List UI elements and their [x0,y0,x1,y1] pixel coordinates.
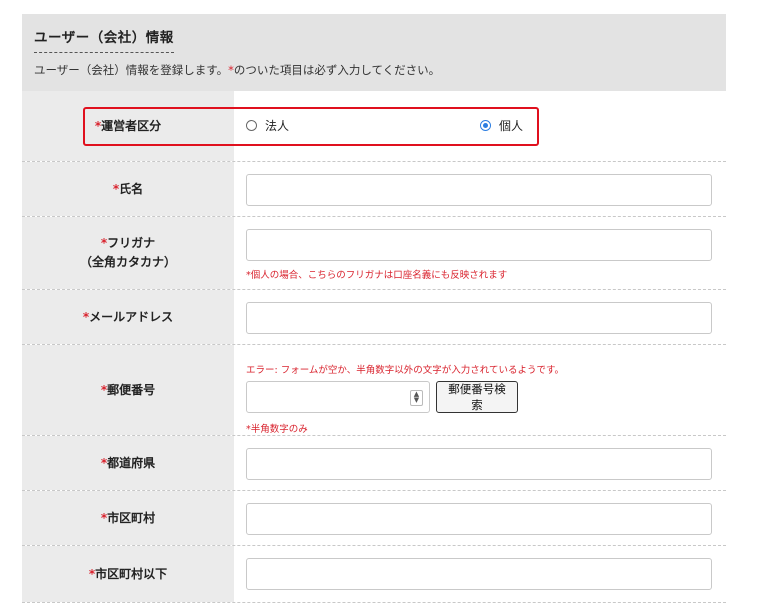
name-input[interactable] [246,174,712,206]
furigana-input[interactable] [246,229,712,261]
label-email: *メールアドレス [22,290,234,344]
row-prefecture: *都道府県 [22,436,726,491]
row-furigana: *フリガナ （全角カタカナ） *個人の場合、こちらのフリガナは口座名義にも反映さ… [22,217,726,290]
row-postal-code: *郵便番号 エラー: フォームが空か、半角数字以外の文字が入力されているようです… [22,345,726,436]
city-input[interactable] [246,503,712,535]
row-email: *メールアドレス [22,290,726,345]
row-city: *市区町村 [22,491,726,546]
label-name: *氏名 [22,162,234,216]
number-spinner[interactable]: ▲ ▼ [410,390,423,406]
postal-code-input[interactable]: ▲ ▼ [246,381,430,413]
user-info-form: ユーザー（会社）情報 ユーザー（会社）情報を登録します。*のついた項目は必ず入力… [22,14,726,614]
label-furigana: *フリガナ （全角カタカナ） [22,217,234,289]
address-input[interactable] [246,558,712,590]
postal-search-button[interactable]: 郵便番号検索 [436,381,518,413]
section-header: ユーザー（会社）情報 ユーザー（会社）情報を登録します。*のついた項目は必ず入力… [22,14,726,91]
highlight-box [83,107,539,146]
prefecture-input[interactable] [246,448,712,480]
postal-error-message: エラー: フォームが空か、半角数字以外の文字が入力されているようです。 [246,365,565,376]
label-city: *市区町村 [22,491,234,545]
section-title: ユーザー（会社）情報 [34,26,174,53]
label-postal-code: *郵便番号 [22,345,234,435]
postal-help-text: *半角数字のみ [246,424,308,435]
label-address: *市区町村以下 [22,546,234,602]
section-description: ユーザー（会社）情報を登録します。*のついた項目は必ず入力してください。 [34,63,441,77]
label-prefecture: *都道府県 [22,436,234,490]
row-address: *市区町村以下 [22,546,726,603]
row-name: *氏名 [22,162,726,217]
email-input[interactable] [246,302,712,334]
furigana-help-text: *個人の場合、こちらのフリガナは口座名義にも反映されます [246,270,508,281]
